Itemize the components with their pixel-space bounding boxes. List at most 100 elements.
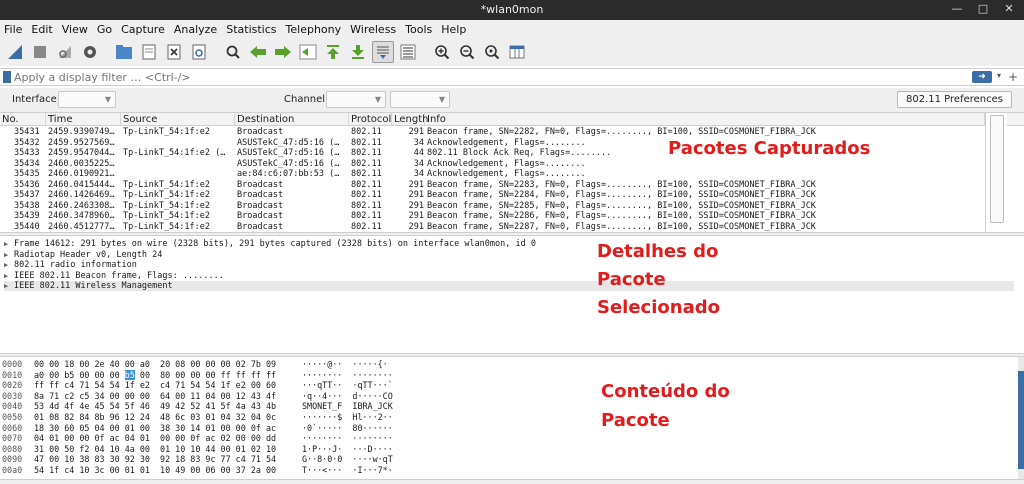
options-gear-icon[interactable] <box>79 41 101 63</box>
channel-select[interactable]: ▼ <box>326 91 386 108</box>
detail-tree-item[interactable]: ▶ IEEE 802.11 Wireless Management <box>4 281 1014 291</box>
packet-cell: Beacon frame, SN=2284, FN=0, Flags=.....… <box>427 190 816 200</box>
packet-row[interactable]: 35433 2459.9547044… Tp-LinkT_54:1f:e2 (… AS… <box>0 148 1024 158</box>
byte-hex: 00 00 18 00 2e 40 00 a0 20 08 00 00 00 0… <box>34 359 277 369</box>
packet-row[interactable]: 35439 2460.3478960… Tp-LinkT_54:1f:e2 Broad… <box>0 211 1024 221</box>
reload-icon[interactable] <box>188 41 210 63</box>
restart-icon[interactable] <box>54 41 76 63</box>
packet-cell: 802.11 <box>351 190 382 200</box>
packet-list-scrollbar[interactable] <box>985 113 1007 234</box>
column-header-destination[interactable]: Destination <box>235 113 349 126</box>
chevron-down-icon: ▼ <box>104 95 111 104</box>
packet-cell: 35431 <box>14 127 40 137</box>
resize-columns-icon[interactable] <box>506 41 528 63</box>
detail-tree-item[interactable]: ▶ Frame 14612: 291 bytes on wire (2328 bi… <box>4 239 536 249</box>
byte-offset: 0090 <box>2 454 23 465</box>
menu-help[interactable]: Help <box>441 23 466 36</box>
bookmark-icon[interactable] <box>3 71 11 83</box>
status-bar <box>0 479 1024 484</box>
menu-capture[interactable]: Capture <box>121 23 165 36</box>
packet-row[interactable]: 35434 2460.0035225… ASUSTekC_47:d5:16 (… 80… <box>0 159 1024 169</box>
chevron-down-icon[interactable]: ▾ <box>994 71 1004 83</box>
expand-arrow-icon[interactable]: ▶ <box>4 271 14 281</box>
packet-cell: 2460.1426469… <box>48 190 115 200</box>
menu-telephony[interactable]: Telephony <box>286 23 342 36</box>
packet-row[interactable]: 35437 2460.1426469… Tp-LinkT_54:1f:e2 Broad… <box>0 190 1024 200</box>
add-filter-button-icon[interactable]: + <box>1008 70 1018 84</box>
zoom-in-icon[interactable] <box>431 41 453 63</box>
packet-cell: 35438 <box>14 200 40 211</box>
packet-row[interactable]: 35432 2459.9527569… ASUSTekC_47:d5:16 (… 80… <box>0 138 1024 148</box>
wireless-toolbar: Interface ▼ Channel ▼ ▼ 802.11 Preferenc… <box>0 88 1024 112</box>
menu-statistics[interactable]: Statistics <box>226 23 276 36</box>
byte-offset: 0080 <box>2 443 23 454</box>
menu-file[interactable]: File <box>4 23 22 36</box>
detail-tree-item[interactable]: ▶ IEEE 802.11 Beacon frame, Flags: ......… <box>4 271 224 281</box>
save-icon[interactable] <box>138 41 160 63</box>
byte-hex: 54 1f c4 10 3c 00 01 01 10 49 00 06 00 3… <box>34 465 277 475</box>
shark-fin-start-icon[interactable] <box>4 41 26 63</box>
autoscroll-icon[interactable] <box>372 41 394 63</box>
bytes-scrollbar[interactable] <box>1018 357 1024 479</box>
close-icon[interactable]: ✕ <box>1002 2 1016 15</box>
zoom-out-icon[interactable] <box>456 41 478 63</box>
column-header-info[interactable]: Info <box>425 113 985 126</box>
packet-row[interactable]: 35438 2460.2463308… Tp-LinkT_54:1f:e2 Broad… <box>0 201 1024 211</box>
interface-select[interactable]: ▼ <box>58 91 116 108</box>
maximize-icon[interactable]: □ <box>976 2 990 15</box>
last-packet-icon[interactable] <box>347 41 369 63</box>
menu-edit[interactable]: Edit <box>31 23 52 36</box>
wireless-preferences-button[interactable]: 802.11 Preferences <box>897 91 1012 108</box>
display-filter-bar: ➜ ▾ + <box>0 68 1024 86</box>
window-title: *wlan0mon <box>480 3 544 16</box>
back-arrow-icon[interactable] <box>247 41 269 63</box>
close-file-icon[interactable] <box>163 41 185 63</box>
channel-width-select[interactable]: ▼ <box>390 91 450 108</box>
column-header-time[interactable]: Time <box>46 113 121 126</box>
packet-cell: Broadcast <box>237 200 284 211</box>
stop-icon[interactable] <box>29 41 51 63</box>
detail-tree-item[interactable]: ▶ Radiotap Header v0, Length 24 <box>4 250 162 260</box>
byte-ascii: ·q··4··· d·····CO <box>302 390 393 401</box>
scrollbar-thumb[interactable] <box>990 115 1004 223</box>
column-header-no[interactable]: No. <box>0 113 46 126</box>
expand-arrow-icon[interactable]: ▶ <box>4 281 14 291</box>
byte-offset: 0060 <box>2 422 23 433</box>
column-header-protocol[interactable]: Protocol <box>349 113 392 126</box>
column-header-source[interactable]: Source <box>121 113 235 126</box>
menu-view[interactable]: View <box>62 23 88 36</box>
minimize-icon[interactable]: — <box>950 2 964 15</box>
packet-row[interactable]: 35435 2460.0190921… ae:84:c6:07:bb:53 (… 80… <box>0 169 1024 179</box>
byte-offset: 0000 <box>2 359 23 369</box>
byte-ascii: 1·P···J· ···D···· <box>302 443 393 454</box>
colorize-icon[interactable] <box>397 41 419 63</box>
detail-tree-item[interactable]: ▶ 802.11 radio information <box>4 260 137 270</box>
expand-arrow-icon[interactable]: ▶ <box>4 250 14 260</box>
open-folder-icon[interactable] <box>113 41 135 63</box>
byte-ascii: ·······$ Hl···2·· <box>302 412 393 422</box>
expand-arrow-icon[interactable]: ▶ <box>4 239 14 249</box>
apply-filter-arrow-icon[interactable]: ➜ <box>972 71 992 83</box>
menu-tools[interactable]: Tools <box>405 23 432 36</box>
find-icon[interactable] <box>222 41 244 63</box>
column-header-length[interactable]: Length <box>392 113 429 126</box>
menu-go[interactable]: Go <box>97 23 112 36</box>
packet-row[interactable]: 35436 2460.0415444… Tp-LinkT_54:1f:e2 Broad… <box>0 180 1024 190</box>
display-filter-input[interactable] <box>14 70 964 85</box>
packet-row[interactable]: 35431 2459.9390749… Tp-LinkT_54:1f:e2 Broad… <box>0 127 1024 137</box>
byte-hex: 31 00 50 f2 04 10 4a 00 01 10 10 44 00 0… <box>34 443 277 454</box>
packet-row[interactable]: 35440 2460.4512777… Tp-LinkT_54:1f:e2 Broad… <box>0 222 1024 232</box>
packet-cell: 35434 <box>14 158 40 169</box>
forward-arrow-icon[interactable] <box>272 41 294 63</box>
byte-hex: 53 4d 4f 4e 45 54 5f 46 49 42 52 41 5f 4… <box>34 401 277 412</box>
zoom-normal-icon[interactable] <box>481 41 503 63</box>
expand-arrow-icon[interactable]: ▶ <box>4 260 14 270</box>
goto-packet-icon[interactable] <box>297 41 319 63</box>
scrollbar-thumb[interactable] <box>1018 371 1024 469</box>
menu-analyze[interactable]: Analyze <box>174 23 217 36</box>
first-packet-icon[interactable] <box>322 41 344 63</box>
menu-wireless[interactable]: Wireless <box>350 23 396 36</box>
selected-byte[interactable]: b5 <box>124 369 135 380</box>
packet-cell: 291 <box>408 221 424 232</box>
toolbar-separator <box>422 41 428 63</box>
